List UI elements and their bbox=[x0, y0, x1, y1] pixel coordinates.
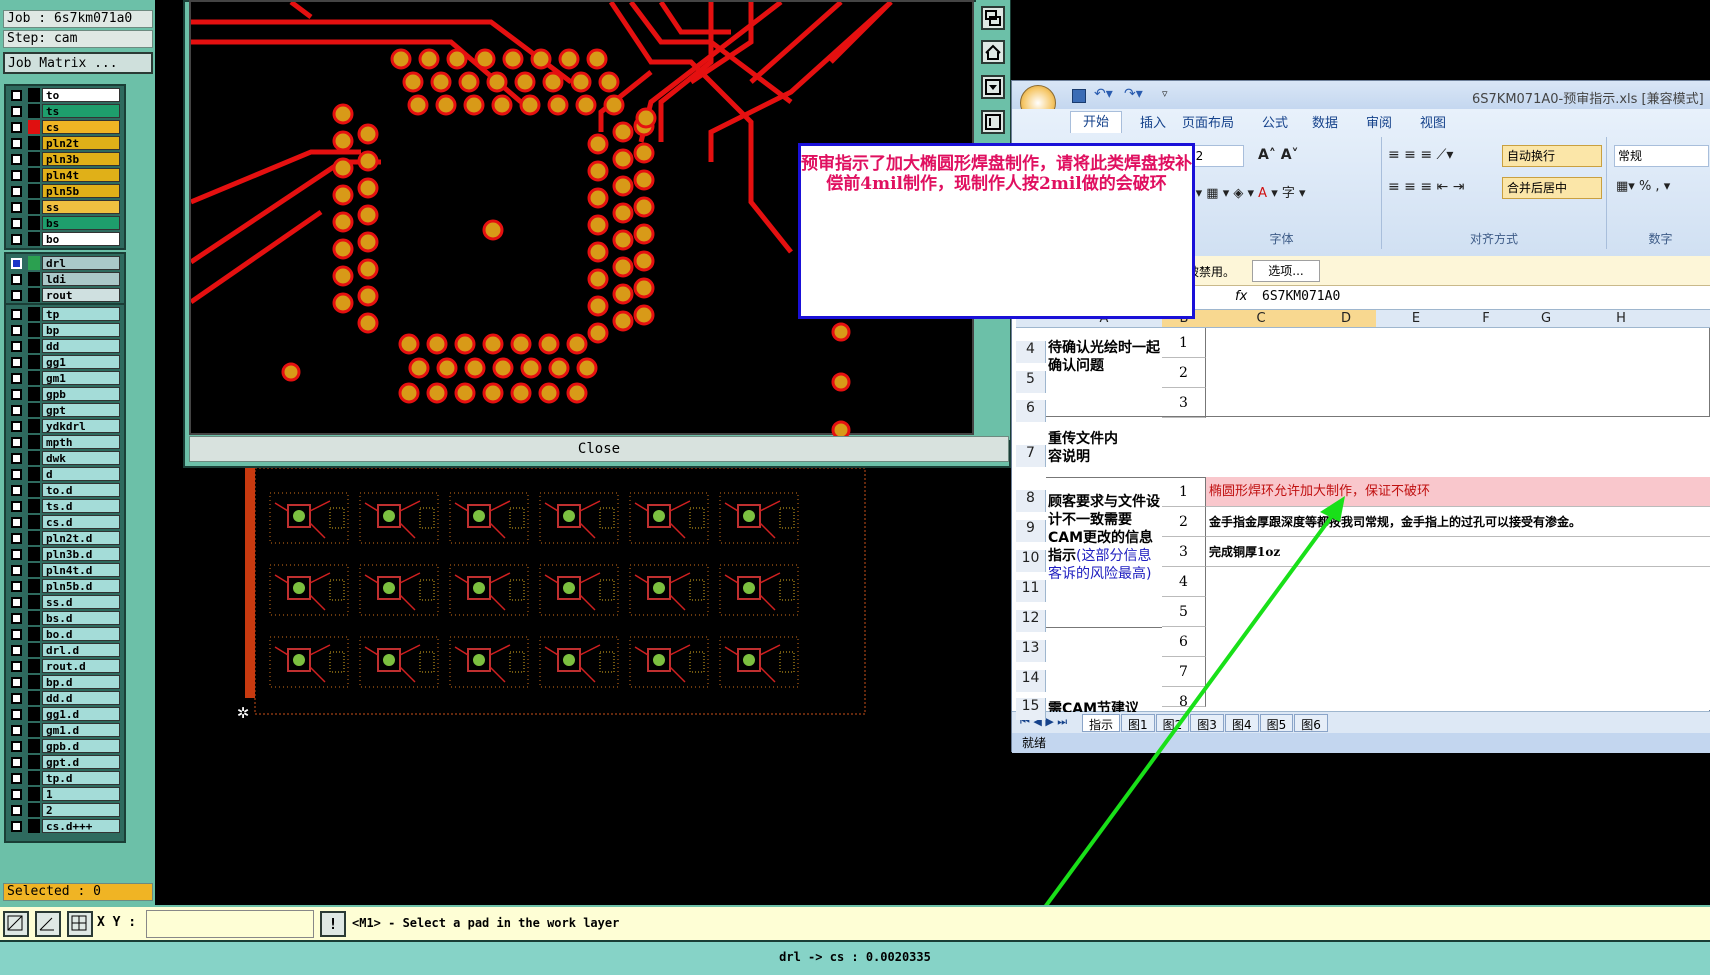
grid-snap-icon[interactable] bbox=[67, 911, 93, 937]
xy-input[interactable] bbox=[146, 910, 314, 938]
alert-icon[interactable]: ! bbox=[320, 911, 346, 937]
pointer-arrowhead bbox=[1320, 496, 1345, 522]
angle-measure-icon[interactable] bbox=[35, 911, 61, 937]
green-arrow-overlay bbox=[1010, 496, 1345, 954]
status-bar: drl -> cs : 0.0020335 bbox=[0, 940, 1710, 975]
xy-label: X Y : bbox=[97, 915, 137, 930]
pointer-arrow-line bbox=[1010, 503, 1342, 954]
command-bar: X Y : ! <M1> - Select a pad in the work … bbox=[0, 905, 1710, 940]
measure-icon[interactable] bbox=[3, 911, 29, 937]
status-text: drl -> cs : 0.0020335 bbox=[779, 950, 931, 964]
prompt-text: <M1> - Select a pad in the work layer bbox=[352, 916, 620, 930]
